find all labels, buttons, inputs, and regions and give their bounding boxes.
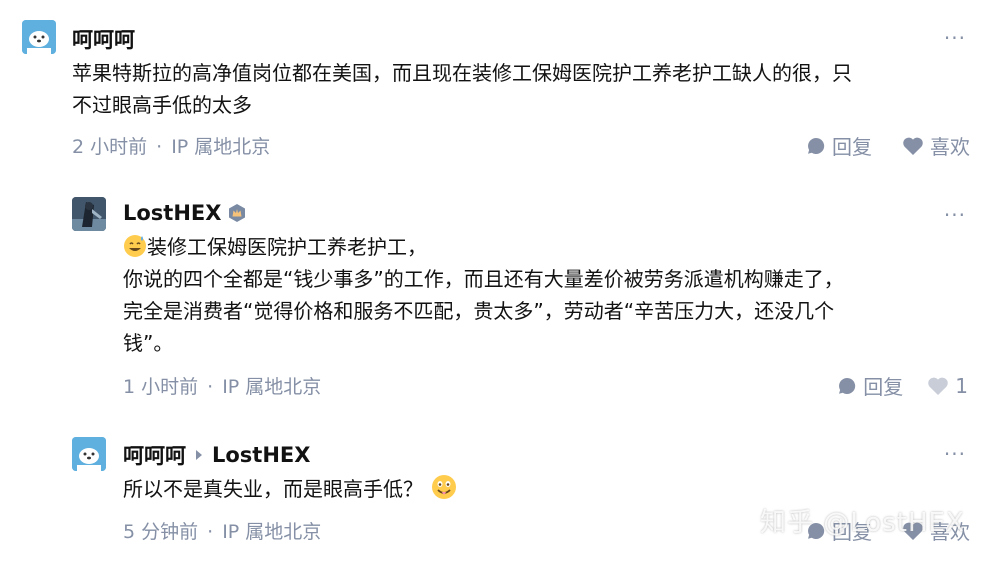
separator: · bbox=[156, 136, 163, 158]
avatar[interactable] bbox=[22, 20, 56, 54]
timestamp: 1 小时前 bbox=[123, 376, 199, 398]
avatar[interactable] bbox=[72, 197, 106, 231]
reply-button[interactable]: 回复 bbox=[806, 131, 872, 160]
more-options-button[interactable]: ··· bbox=[944, 26, 966, 50]
reply-to-name[interactable]: LostHEX bbox=[212, 443, 310, 467]
author-name[interactable]: 呵呵呵 bbox=[72, 24, 135, 54]
comment-meta: 2 小时前 · IP 属地北京 bbox=[72, 132, 270, 159]
more-options-button[interactable]: ··· bbox=[944, 203, 966, 227]
avatar-dog-icon bbox=[22, 20, 56, 54]
ip-location: IP 属地北京 bbox=[171, 136, 271, 158]
separator: · bbox=[207, 521, 214, 543]
comment-text: 装修工保姆医院护工养老护工， 你说的四个全都是“钱少事多”的工作，而且还有大量差… bbox=[123, 235, 844, 355]
ip-location: IP 属地北京 bbox=[222, 521, 322, 543]
ip-location: IP 属地北京 bbox=[222, 376, 322, 398]
watermark: 知乎 @LostHEX bbox=[760, 508, 965, 538]
verified-badge-icon bbox=[229, 204, 246, 222]
like-button[interactable]: 1 bbox=[927, 374, 968, 398]
drooling-face-emoji-icon bbox=[432, 475, 456, 499]
sweat-smile-emoji-icon bbox=[124, 235, 146, 257]
heart-icon bbox=[928, 377, 949, 395]
reply-arrow-icon bbox=[196, 450, 202, 460]
comment-meta: 1 小时前 · IP 属地北京 bbox=[123, 372, 321, 399]
like-button[interactable]: 喜欢 bbox=[902, 131, 970, 160]
comment-text: 所以不是真失业，而是眼高手低？ bbox=[123, 473, 973, 505]
author-name[interactable]: 呵呵呵 bbox=[123, 440, 186, 470]
timestamp: 5 分钟前 bbox=[123, 521, 199, 543]
reply-button[interactable]: 回复 bbox=[837, 371, 903, 400]
more-options-button[interactable]: ··· bbox=[944, 442, 966, 466]
author-name[interactable]: LostHEX bbox=[123, 201, 221, 225]
comment-meta: 5 分钟前 · IP 属地北京 bbox=[123, 517, 321, 544]
separator: · bbox=[207, 376, 214, 398]
avatar-dog-icon bbox=[72, 437, 106, 471]
comment-bubble-icon bbox=[839, 377, 856, 394]
avatar[interactable] bbox=[72, 437, 106, 471]
timestamp: 2 小时前 bbox=[72, 136, 148, 158]
comment-text: 苹果特斯拉的高净值岗位都在美国，而且现在装修工保姆医院护工养老护工缺人的很，只 … bbox=[72, 61, 852, 117]
comment-bubble-icon bbox=[808, 137, 825, 154]
avatar-character-icon bbox=[72, 197, 106, 231]
heart-icon bbox=[903, 137, 923, 155]
like-count: 1 bbox=[955, 373, 968, 398]
